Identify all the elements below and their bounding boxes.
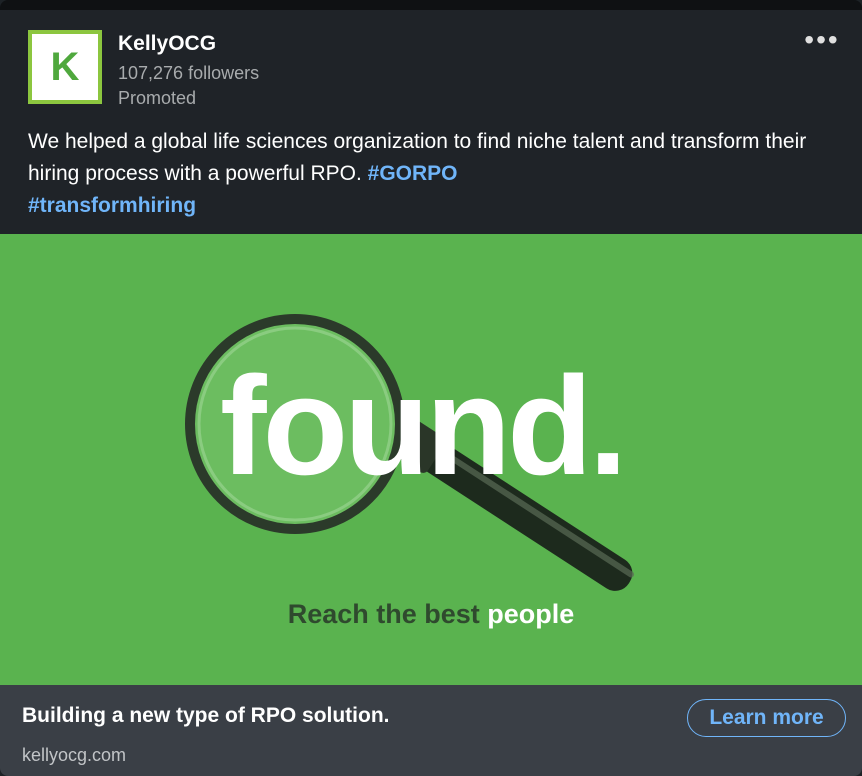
ad-domain: kellyocg.com	[22, 745, 127, 765]
learn-more-button[interactable]: Learn more	[687, 699, 846, 737]
tagline-dark-text: Reach the best	[287, 599, 480, 629]
hashtag-gorpo[interactable]: #GORPO	[368, 162, 458, 185]
ad-image[interactable]: found. Reach the best people	[0, 234, 862, 685]
promoted-label: Promoted	[118, 88, 197, 108]
sponsored-post-card: K KellyOCG 107,276 followers Promoted ••…	[0, 0, 862, 776]
ad-tagline: Reach the best people	[0, 599, 862, 630]
ad-title[interactable]: Building a new type of RPO solution.	[22, 704, 390, 728]
company-logo[interactable]: K	[28, 30, 102, 104]
more-options-icon[interactable]: •••	[800, 26, 844, 54]
post-text: We helped a global life sciences organiz…	[28, 126, 828, 222]
post-header: K KellyOCG 107,276 followers Promoted ••…	[0, 10, 862, 234]
company-logo-letter: K	[50, 44, 80, 89]
hashtag-transformhiring[interactable]: #transformhiring	[28, 194, 196, 217]
follower-count: 107,276 followers	[118, 63, 260, 83]
ad-headline: found.	[220, 347, 628, 504]
tagline-light-text: people	[487, 599, 575, 629]
ad-footer: Building a new type of RPO solution. kel…	[0, 685, 862, 776]
company-name[interactable]: KellyOCG	[118, 32, 216, 56]
